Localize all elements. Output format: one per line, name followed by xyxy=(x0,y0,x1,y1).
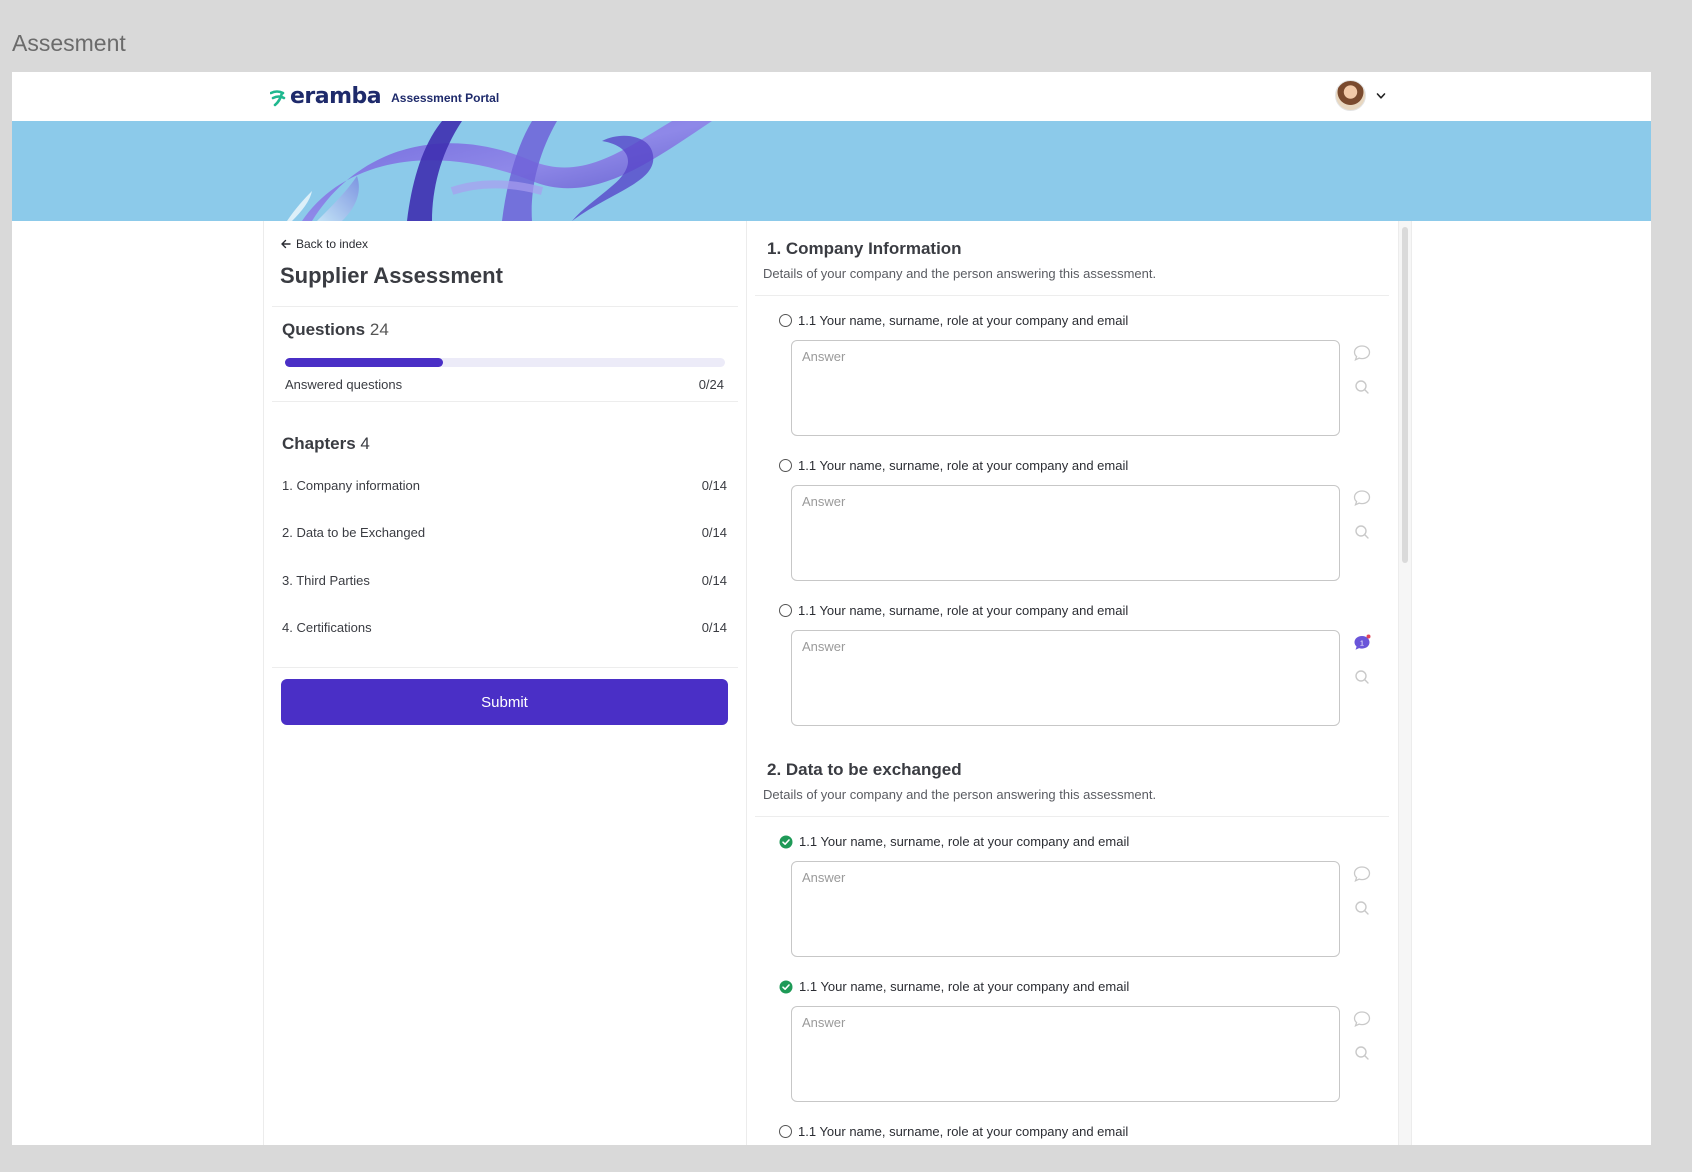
comment-icon[interactable] xyxy=(1352,343,1372,363)
search-icon[interactable] xyxy=(1352,522,1372,542)
question-text: 1.1 Your name, surname, role at your com… xyxy=(799,834,1130,849)
top-bar: eramba Assessment Portal xyxy=(12,72,1651,121)
canvas-title: Assesment xyxy=(12,30,126,56)
questions-count: 24 xyxy=(369,320,389,339)
question-label: 1.1 Your name, surname, role at your com… xyxy=(779,313,1128,328)
chapter-item[interactable]: 3. Third Parties 0/14 xyxy=(282,573,727,593)
search-icon[interactable] xyxy=(1352,377,1372,397)
questions-label: Questions xyxy=(282,320,366,339)
questions-heading: Questions 24 xyxy=(282,320,389,340)
answered-check-icon xyxy=(779,980,793,993)
comment-icon[interactable] xyxy=(1352,864,1372,884)
page-title: Supplier Assessment xyxy=(280,263,503,288)
question-label: 1.1 Your name, surname, role at your com… xyxy=(779,458,1128,473)
unanswered-status-icon xyxy=(779,1125,792,1138)
divider xyxy=(755,295,1389,296)
back-link-label: Back to index xyxy=(296,237,369,251)
section-title: 2. Data to be exchanged xyxy=(767,760,962,779)
comment-active-icon[interactable]: 1 xyxy=(1352,633,1372,653)
answered-progress-fill xyxy=(285,358,444,367)
question-text: 1.1 Your name, surname, role at your com… xyxy=(798,603,1129,618)
header-banner xyxy=(12,121,1651,221)
answered-value: 0/24 xyxy=(698,377,724,392)
chapter-label: 1. Company information xyxy=(282,478,421,493)
user-menu[interactable] xyxy=(1335,80,1386,111)
unanswered-status-icon xyxy=(779,604,792,617)
chapter-count: 0/14 xyxy=(701,620,727,635)
question-label: 1.1 Your name, surname, role at your com… xyxy=(779,1124,1128,1139)
search-icon[interactable] xyxy=(1352,1043,1372,1063)
section-title: 1. Company Information xyxy=(767,239,962,258)
notification-dot xyxy=(1366,634,1371,639)
answer-textarea[interactable] xyxy=(791,485,1340,581)
chapter-count: 0/14 xyxy=(701,478,727,493)
section-description: Details of your company and the person a… xyxy=(763,787,1157,802)
question-label: 1.1 Your name, surname, role at your com… xyxy=(779,979,1129,994)
arrow-left-icon xyxy=(281,239,291,249)
back-to-index-link[interactable]: Back to index xyxy=(280,237,368,251)
chapter-item[interactable]: 2. Data to be Exchanged 0/14 xyxy=(282,525,727,545)
answer-textarea[interactable] xyxy=(791,1006,1340,1102)
answered-progress-bar xyxy=(285,358,725,367)
brand[interactable]: eramba Assessment Portal xyxy=(270,84,499,109)
comment-icon[interactable] xyxy=(1352,488,1372,508)
app-frame: eramba Assessment Portal Back to index S… xyxy=(12,72,1651,1145)
scrollbar[interactable] xyxy=(1398,221,1412,1145)
chapter-count: 0/14 xyxy=(701,573,727,588)
divider xyxy=(755,816,1389,817)
comment-count: 1 xyxy=(1360,638,1364,647)
answer-textarea[interactable] xyxy=(791,630,1340,726)
question-label: 1.1 Your name, surname, role at your com… xyxy=(779,603,1128,618)
chapter-item[interactable]: 4. Certifications 0/14 xyxy=(282,620,727,640)
unanswered-status-icon xyxy=(779,459,792,472)
question-text: 1.1 Your name, surname, role at your com… xyxy=(799,979,1130,994)
search-icon[interactable] xyxy=(1352,667,1372,687)
answered-check-icon xyxy=(779,835,793,848)
question-text: 1.1 Your name, surname, role at your com… xyxy=(798,1124,1129,1139)
chapters-count: 4 xyxy=(360,434,370,453)
eramba-logo-icon xyxy=(270,89,286,106)
avatar[interactable] xyxy=(1335,80,1366,111)
chapters-heading: Chapters 4 xyxy=(282,434,370,454)
divider xyxy=(272,667,738,668)
chevron-down-icon[interactable] xyxy=(1376,91,1386,101)
unanswered-status-icon xyxy=(779,314,792,327)
search-icon[interactable] xyxy=(1352,898,1372,918)
submit-button[interactable]: Submit xyxy=(281,679,728,725)
banner-artwork xyxy=(287,121,712,221)
answer-textarea[interactable] xyxy=(791,340,1340,436)
question-text: 1.1 Your name, surname, role at your com… xyxy=(798,313,1129,328)
answer-textarea[interactable] xyxy=(791,861,1340,957)
questionnaire: 1. Company Information Details of your c… xyxy=(747,221,1398,1145)
comment-icon[interactable] xyxy=(1352,1009,1372,1029)
divider xyxy=(272,401,738,402)
divider xyxy=(272,306,738,307)
chapter-label: 2. Data to be Exchanged xyxy=(282,525,426,540)
portal-label: Assessment Portal xyxy=(391,91,500,105)
question-label: 1.1 Your name, surname, role at your com… xyxy=(779,834,1129,849)
question-text: 1.1 Your name, surname, role at your com… xyxy=(798,458,1129,473)
chapter-label: 4. Certifications xyxy=(282,620,372,635)
section-description: Details of your company and the person a… xyxy=(763,266,1157,281)
chapter-count: 0/14 xyxy=(701,525,727,540)
chapter-item[interactable]: 1. Company information 0/14 xyxy=(282,478,727,498)
answered-label: Answered questions xyxy=(285,377,403,392)
scrollbar-thumb[interactable] xyxy=(1402,227,1408,563)
sidebar: Back to index Supplier Assessment Questi… xyxy=(263,221,747,1145)
chapters-label: Chapters xyxy=(282,434,356,453)
chapter-label: 3. Third Parties xyxy=(282,573,370,588)
brand-name: eramba xyxy=(290,84,382,109)
